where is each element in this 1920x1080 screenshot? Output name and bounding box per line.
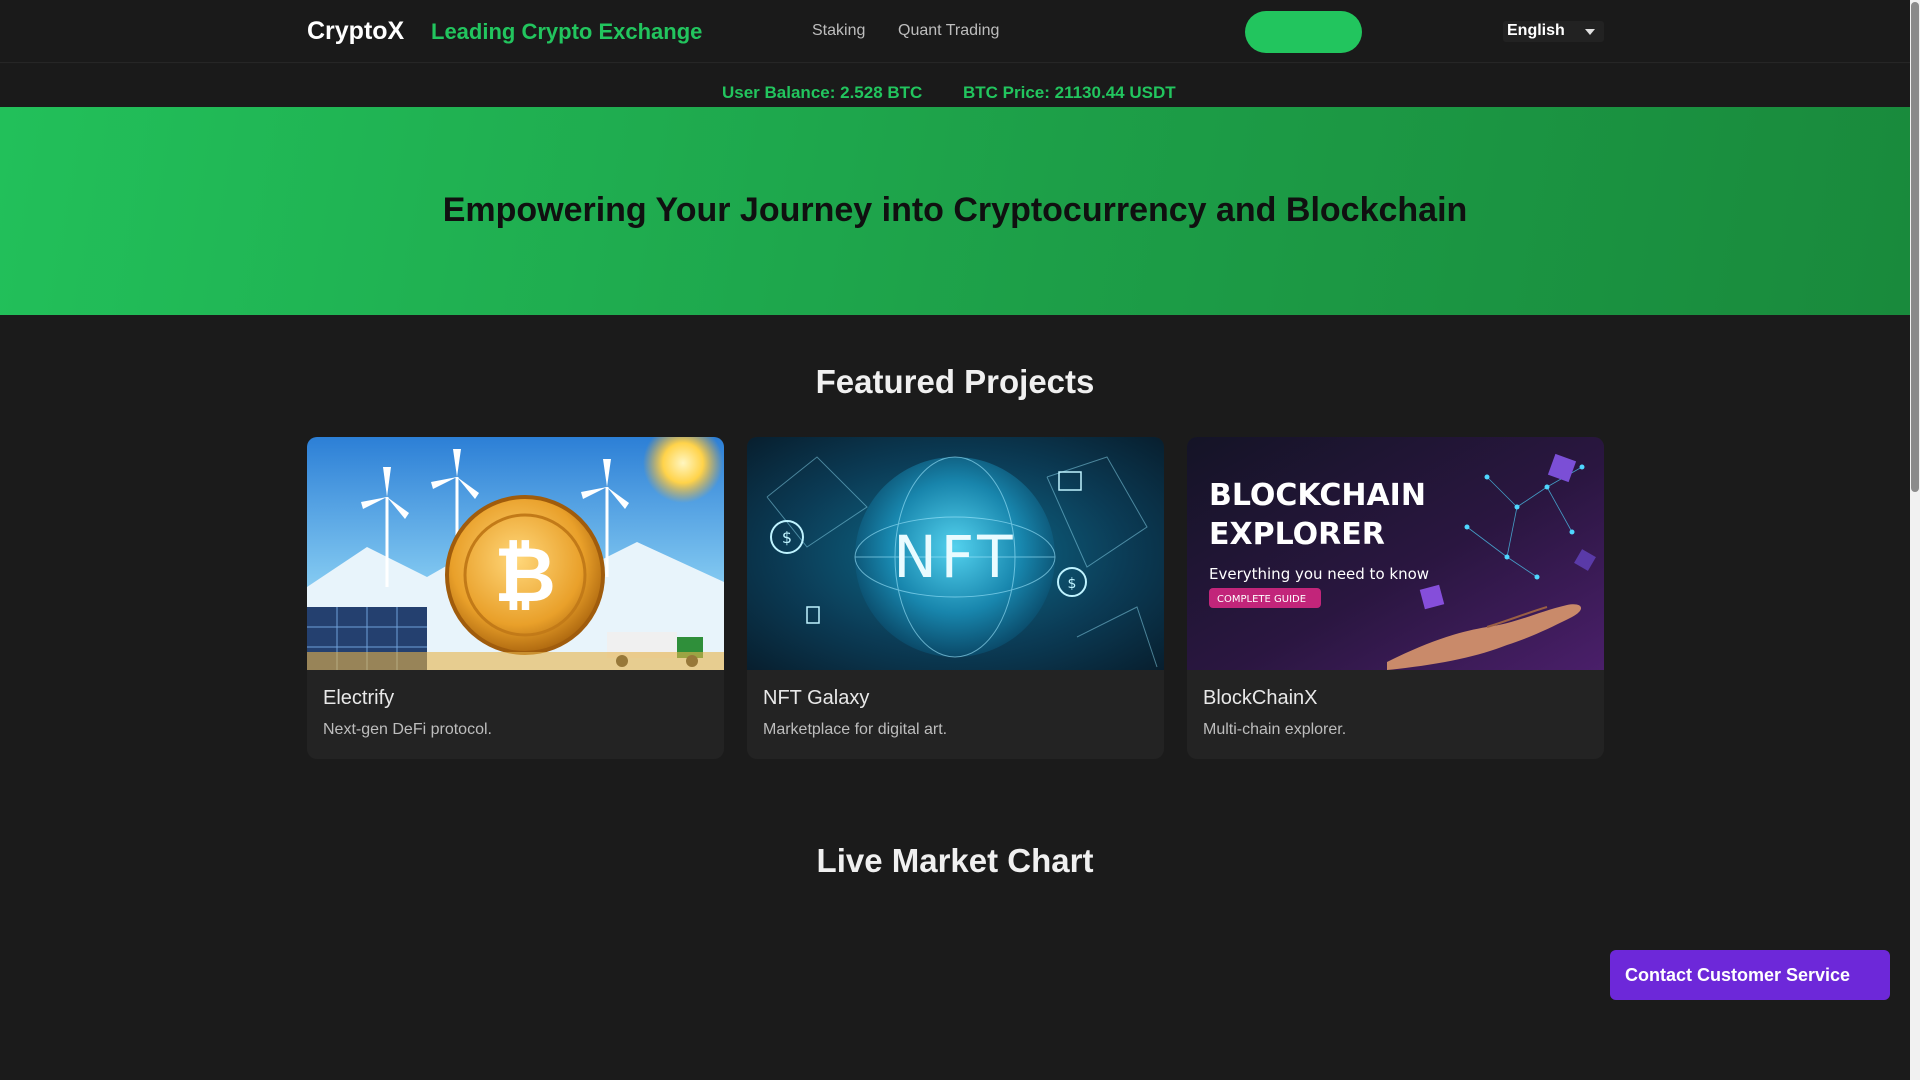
- scrollbar-thumb[interactable]: [1911, 2, 1919, 492]
- svg-text:₿: ₿: [494, 530, 556, 619]
- banner-headline-2: EXPLORER: [1209, 517, 1385, 552]
- banner-subtitle: Everything you need to know: [1209, 565, 1429, 583]
- language-select[interactable]: English: [1503, 21, 1604, 42]
- project-card-blockchainx[interactable]: BLOCKCHAIN EXPLORER Everything you need …: [1187, 437, 1604, 759]
- header-cta-button[interactable]: [1245, 11, 1362, 53]
- nft-globe-image: $ $ NFT: [747, 437, 1164, 670]
- nav-link-staking[interactable]: Staking: [812, 22, 865, 40]
- svg-text:$: $: [1068, 576, 1077, 592]
- btc-price: BTC Price: 21130.44 USDT: [963, 83, 1176, 102]
- project-name: BlockChainX: [1203, 687, 1318, 709]
- bitcoin-energy-image: ₿: [307, 437, 724, 670]
- brand-tagline: Leading Crypto Exchange: [431, 19, 703, 44]
- banner-tag: COMPLETE GUIDE: [1217, 594, 1306, 605]
- project-description: Multi-chain explorer.: [1203, 721, 1347, 738]
- project-name: NFT Galaxy: [763, 687, 870, 709]
- blockchain-explorer-image: BLOCKCHAIN EXPLORER Everything you need …: [1187, 437, 1604, 670]
- project-description: Marketplace for digital art.: [763, 721, 948, 738]
- contact-customer-service-button[interactable]: Contact Customer Service: [1610, 950, 1890, 1000]
- featured-projects-title: Featured Projects: [815, 363, 1095, 400]
- svg-text:$: $: [782, 528, 792, 547]
- project-card-electrify[interactable]: ₿ Electrify Next-gen DeFi protocol.: [307, 437, 724, 759]
- top-nav: CryptoX Leading Crypto Exchange Staking …: [0, 0, 1910, 63]
- live-market-chart-title: Live Market Chart: [816, 842, 1094, 879]
- chevron-down-icon: [1585, 29, 1595, 35]
- project-name: Electrify: [323, 687, 395, 709]
- hero-banner: Empowering Your Journey into Cryptocurre…: [0, 107, 1910, 315]
- user-balance: User Balance: 2.528 BTC: [722, 83, 923, 102]
- banner-headline-1: BLOCKCHAIN: [1209, 478, 1426, 513]
- project-description: Next-gen DeFi protocol.: [323, 721, 492, 738]
- hero-title: Empowering Your Journey into Cryptocurre…: [442, 191, 1468, 229]
- ticker-bar: User Balance: 2.528 BTC BTC Price: 21130…: [0, 64, 1910, 107]
- page: CryptoX Leading Crypto Exchange Staking …: [0, 0, 1920, 1080]
- svg-text:NFT: NFT: [893, 523, 1016, 591]
- language-label: English: [1507, 22, 1565, 39]
- brand-logo[interactable]: CryptoX: [307, 17, 404, 46]
- project-card-nft-galaxy[interactable]: $ $ NFT NFT Galaxy Marketplace for digit…: [747, 437, 1164, 759]
- nav-link-quant-trading[interactable]: Quant Trading: [898, 22, 999, 40]
